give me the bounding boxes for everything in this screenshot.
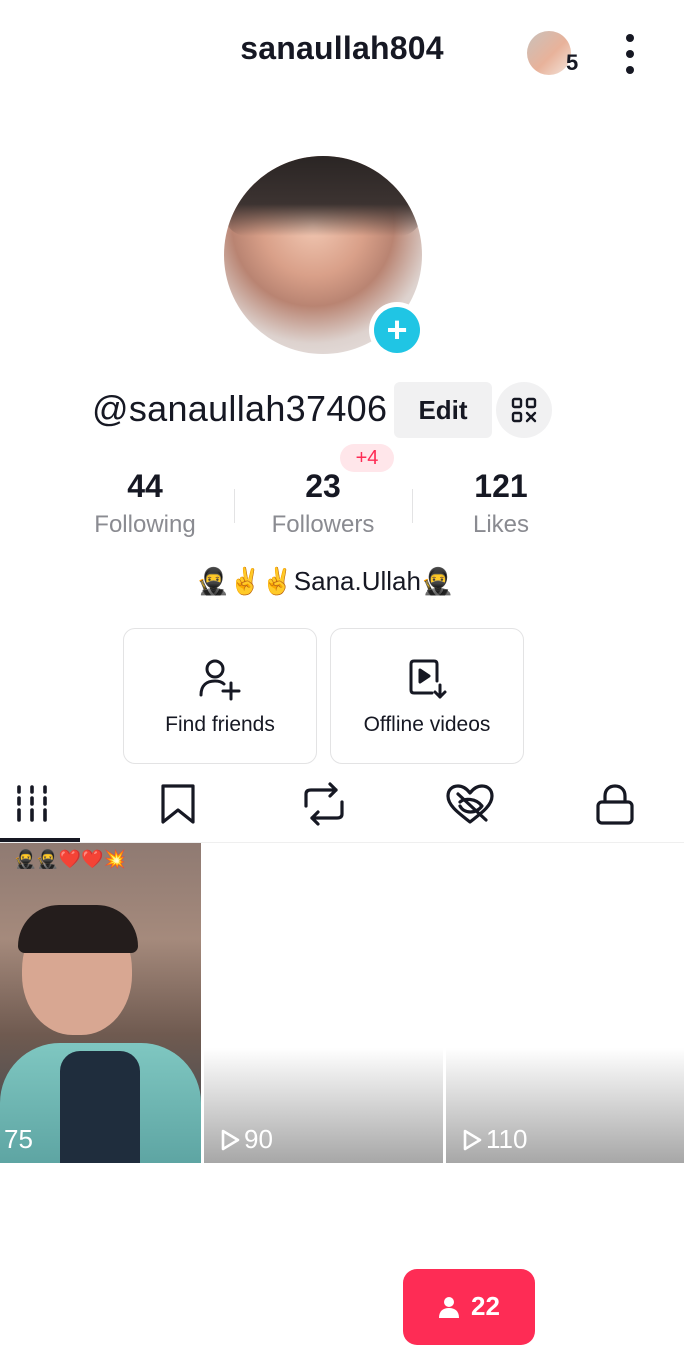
hidden-heart-icon	[446, 784, 494, 824]
tab-reposts[interactable]	[284, 782, 364, 826]
bookmark-icon	[161, 784, 195, 824]
tab-videos[interactable]	[0, 782, 80, 826]
video-thumbnail[interactable]: 90	[204, 843, 443, 1163]
add-story-button[interactable]: +	[369, 302, 425, 358]
play-icon	[221, 1129, 240, 1151]
person-icon	[439, 1297, 459, 1318]
view-count-text: 110	[486, 1124, 528, 1154]
account-switcher-avatar[interactable]	[527, 31, 571, 75]
following-count[interactable]: 44	[55, 468, 235, 505]
qr-code-icon	[511, 397, 537, 423]
video-thumbnail[interactable]: 110	[446, 843, 684, 1163]
add-person-icon	[124, 657, 316, 706]
grid-bars-icon	[17, 785, 47, 822]
view-count-text: 75	[4, 1124, 33, 1154]
find-friends-label: Find friends	[165, 713, 275, 736]
qr-code-button[interactable]	[496, 382, 552, 438]
likes-label[interactable]: Likes	[411, 511, 591, 539]
view-count-text: 90	[244, 1124, 273, 1154]
video-view-count: 75	[4, 1124, 33, 1155]
offline-video-icon	[331, 657, 523, 706]
thumbnail-shirt	[60, 1051, 140, 1163]
video-view-count: 90	[218, 1124, 273, 1155]
play-icon	[463, 1129, 482, 1151]
account-switcher-count[interactable]: 5	[566, 50, 578, 76]
avatar-hair	[224, 156, 422, 236]
offline-videos-label: Offline videos	[363, 713, 491, 736]
offline-videos-button[interactable]: Offline videos	[330, 628, 524, 764]
thumbnail-emoji-overlay: 🥷🥷❤️❤️💥	[14, 849, 127, 869]
tab-private[interactable]	[575, 782, 655, 826]
followers-count[interactable]: 23	[233, 468, 413, 505]
lock-icon	[596, 784, 634, 825]
plus-icon: +	[374, 307, 420, 353]
find-friends-button[interactable]: Find friends	[123, 628, 317, 764]
tab-favorites[interactable]	[138, 782, 218, 826]
likes-count[interactable]: 121	[411, 468, 591, 505]
followers-label[interactable]: Followers	[233, 511, 413, 539]
friends-button[interactable]: 22	[403, 1269, 535, 1345]
friends-count: 22	[471, 1291, 500, 1321]
thumbnail-hair	[18, 905, 138, 953]
following-label[interactable]: Following	[55, 511, 235, 539]
bio: 🥷✌️✌️Sana.Ullah🥷	[196, 566, 454, 596]
video-view-count: 110	[460, 1124, 527, 1155]
page-title[interactable]: sanaullah804	[0, 30, 684, 67]
tab-liked[interactable]	[430, 782, 510, 826]
edit-profile-button[interactable]: Edit	[394, 382, 492, 438]
video-thumbnail[interactable]: 🥷🥷❤️❤️💥 75	[0, 843, 201, 1163]
username: @sanaullah37406	[92, 388, 388, 429]
repost-icon	[304, 782, 344, 826]
more-options-icon[interactable]	[616, 32, 644, 76]
